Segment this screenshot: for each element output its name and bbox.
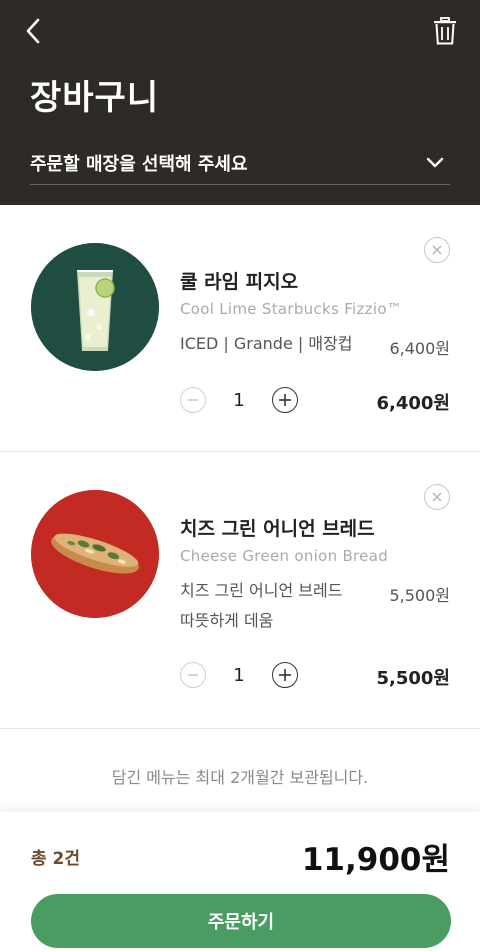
page-title: 장바구니 xyxy=(30,78,160,118)
item-count: 총 2건 xyxy=(31,849,81,869)
cart-item: 치즈 그린 어니언 브레드 Cheese Green onion Bread 치… xyxy=(0,452,480,729)
total-price: 11,900원 xyxy=(301,842,450,878)
item-option-line: 따뜻하게 데움 xyxy=(180,611,274,630)
chevron-down-icon xyxy=(426,157,444,168)
close-icon xyxy=(432,245,442,255)
item-name: 쿨 라임 피지오 xyxy=(180,271,299,293)
quantity-stepper: 1 xyxy=(180,662,298,688)
plus-icon xyxy=(279,669,291,681)
cart-item: 쿨 라임 피지오 Cool Lime Starbucks Fizzio™ ICE… xyxy=(0,205,480,452)
minus-icon xyxy=(188,399,198,401)
quantity-value: 1 xyxy=(233,664,245,686)
item-line-total: 5,500원 xyxy=(376,668,451,689)
order-button[interactable]: 주문하기 xyxy=(31,894,451,948)
decrease-quantity-button[interactable] xyxy=(180,662,206,688)
remove-item-button[interactable] xyxy=(424,484,450,510)
trash-icon xyxy=(434,17,456,45)
item-name: 치즈 그린 어니언 브레드 xyxy=(180,518,375,540)
product-image-cheese-green-onion-bread xyxy=(31,490,159,618)
back-button[interactable] xyxy=(18,14,48,48)
store-select-dropdown[interactable]: 주문할 매장을 선택해 주세요 xyxy=(30,142,450,185)
item-english-name: Cheese Green onion Bread xyxy=(180,547,389,565)
item-english-name: Cool Lime Starbucks Fizzio™ xyxy=(180,300,403,318)
delete-all-button[interactable] xyxy=(430,14,460,48)
order-footer: 총 2건 11,900원 주문하기 xyxy=(0,812,480,952)
plus-icon xyxy=(279,394,291,406)
remove-item-button[interactable] xyxy=(424,237,450,263)
item-option: ICED | Grande | 매장컵 xyxy=(180,334,353,353)
quantity-value: 1 xyxy=(233,389,245,411)
quantity-stepper: 1 xyxy=(180,387,298,413)
storage-notice: 담긴 메뉴는 최대 2개월간 보관됩니다. xyxy=(111,768,369,787)
increase-quantity-button[interactable] xyxy=(272,387,298,413)
item-unit-price: 6,400원 xyxy=(389,339,450,358)
product-image-cool-lime-fizzio xyxy=(31,243,159,371)
store-select-label: 주문할 매장을 선택해 주세요 xyxy=(30,154,248,175)
minus-icon xyxy=(188,674,198,676)
decrease-quantity-button[interactable] xyxy=(180,387,206,413)
item-option: 치즈 그린 어니언 브레드 따뜻하게 데움 xyxy=(180,576,342,636)
cart-header: 장바구니 주문할 매장을 선택해 주세요 xyxy=(0,0,480,205)
chevron-left-icon xyxy=(26,18,40,44)
increase-quantity-button[interactable] xyxy=(272,662,298,688)
item-line-total: 6,400원 xyxy=(376,393,451,414)
item-option-line: 치즈 그린 어니언 브레드 xyxy=(180,581,343,600)
item-unit-price: 5,500원 xyxy=(389,586,450,605)
close-icon xyxy=(432,492,442,502)
